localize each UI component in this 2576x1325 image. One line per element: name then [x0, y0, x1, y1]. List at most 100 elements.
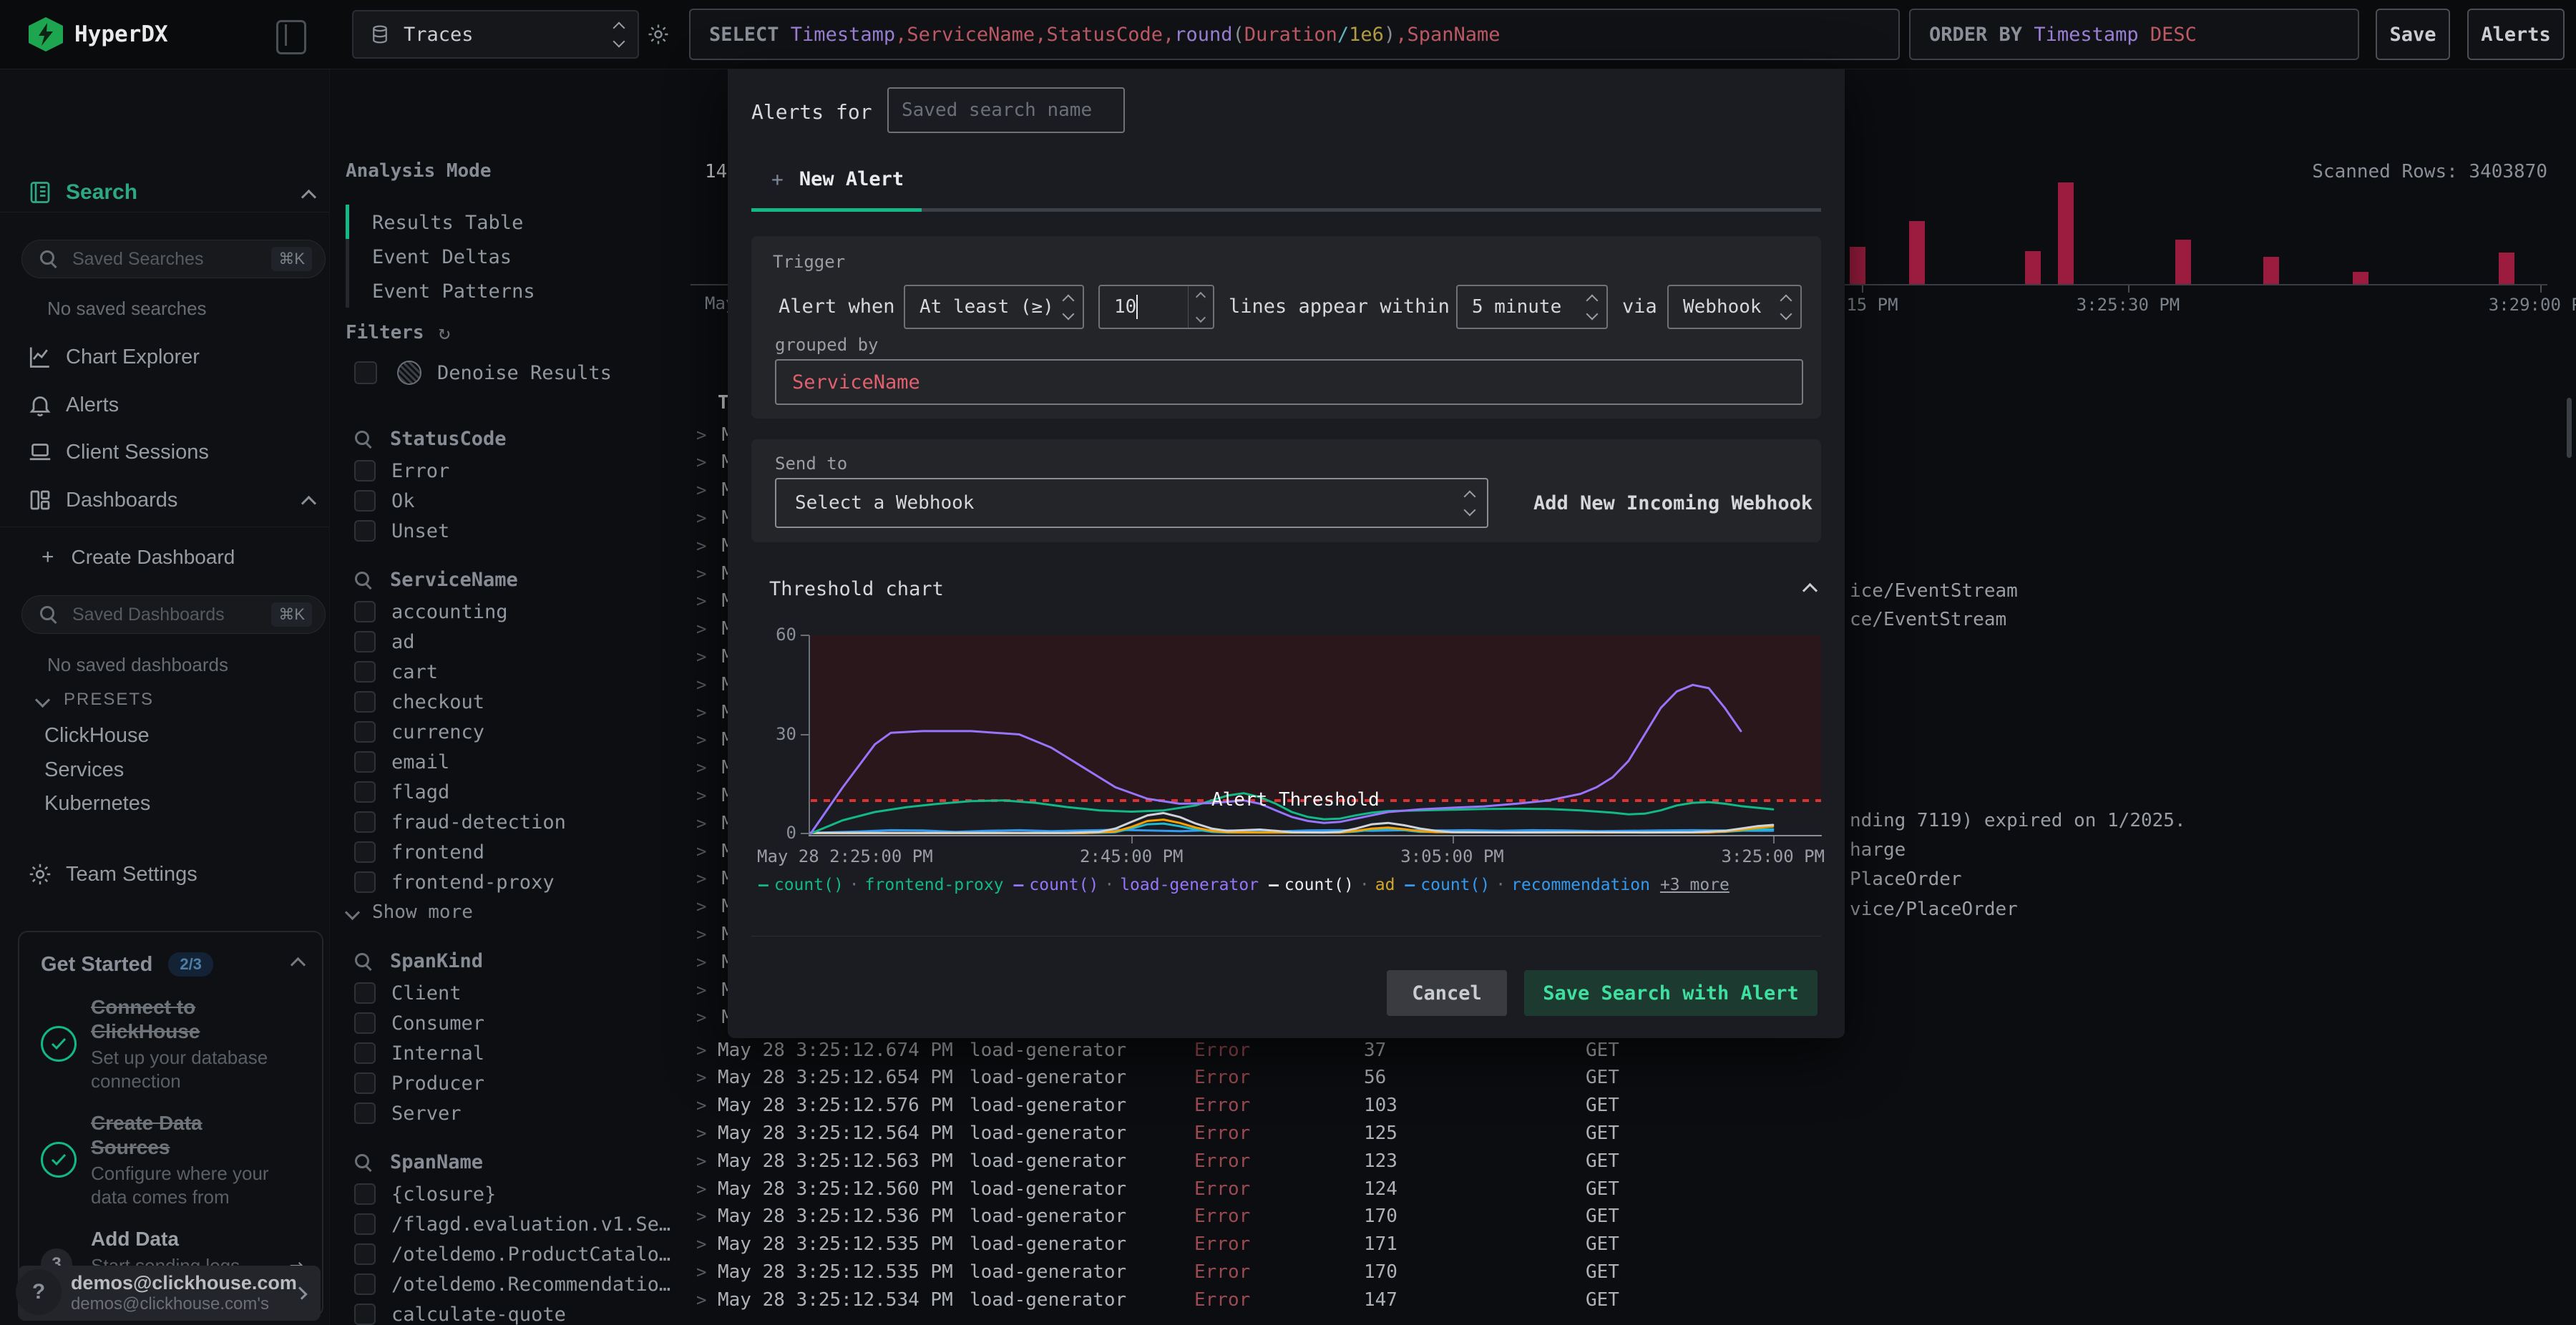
table-row[interactable]: > May 28 3:25:12.674 PM load-generator Erro…: [691, 1036, 2551, 1064]
expand-chevron-icon[interactable]: >: [696, 869, 706, 889]
expand-chevron-icon[interactable]: >: [696, 1067, 706, 1087]
table-row[interactable]: > May 28 3:25:12.654 PM load-generator Erro…: [691, 1064, 2551, 1092]
table-row[interactable]: > May 28 3:25:12.576 PM load-generator Erro…: [691, 1092, 2551, 1120]
expand-chevron-icon[interactable]: >: [696, 1095, 706, 1115]
filter-option[interactable]: Consumer: [354, 1008, 669, 1038]
filter-option[interactable]: Error: [354, 456, 669, 486]
table-row[interactable]: >M: [691, 1004, 733, 1032]
table-row[interactable]: > May 28 3:25:12.560 PM load-generator Erro…: [691, 1175, 2551, 1203]
filter-option[interactable]: Producer: [354, 1068, 669, 1098]
histogram-bar[interactable]: [2499, 253, 2514, 284]
table-row[interactable]: >M: [691, 754, 733, 782]
filter-option[interactable]: Client: [354, 978, 669, 1008]
window-select[interactable]: 5 minute: [1456, 285, 1608, 329]
filter-checkbox[interactable]: [354, 811, 376, 833]
table-row[interactable]: > May 28 3:25:12.535 PM load-generator Erro…: [691, 1231, 2551, 1258]
get-started-item[interactable]: Create Data Sources Configure where your …: [41, 1111, 303, 1208]
table-row[interactable]: >M: [691, 865, 733, 893]
table-row[interactable]: > May 28 3:25:12.535 PM load-generator Erro…: [691, 1258, 2551, 1286]
expand-chevron-icon[interactable]: >: [696, 480, 706, 500]
filter-option[interactable]: currency: [354, 717, 669, 747]
expand-chevron-icon[interactable]: >: [696, 1123, 706, 1143]
filter-checkbox[interactable]: [354, 721, 376, 743]
webhook-select[interactable]: Select a Webhook: [775, 478, 1488, 528]
gear-icon[interactable]: [646, 22, 670, 47]
table-row[interactable]: >M: [691, 698, 733, 726]
filter-option[interactable]: email: [354, 747, 669, 777]
filter-checkbox[interactable]: [354, 520, 376, 542]
histogram-bar[interactable]: [2175, 240, 2191, 284]
cancel-button[interactable]: Cancel: [1387, 970, 1507, 1016]
expand-chevron-icon[interactable]: >: [696, 452, 706, 472]
preset-link-services[interactable]: Services: [44, 758, 124, 782]
expand-chevron-icon[interactable]: >: [696, 1040, 706, 1060]
filter-option[interactable]: Server: [354, 1098, 669, 1128]
table-row[interactable]: >M: [691, 642, 733, 670]
table-row[interactable]: >M: [691, 476, 733, 504]
filter-checkbox[interactable]: [354, 691, 376, 713]
table-row[interactable]: > May 28 3:25:12.564 PM load-generator Erro…: [691, 1119, 2551, 1147]
filter-option[interactable]: {closure}: [354, 1179, 669, 1209]
table-row[interactable]: >M: [691, 504, 733, 532]
saved-dashboards-input[interactable]: Saved Dashboards ⌘K: [21, 595, 326, 634]
show-more-toggle[interactable]: Show more: [344, 897, 669, 927]
refresh-icon[interactable]: ↻: [439, 321, 451, 344]
filter-option[interactable]: /oteldemo.Recommendatio…: [354, 1269, 670, 1299]
filter-option[interactable]: cart: [354, 657, 669, 687]
sidebar-item-client-sessions[interactable]: Client Sessions: [27, 439, 209, 465]
histogram-bar[interactable]: [2353, 272, 2368, 284]
analysis-mode-event-patterns[interactable]: Event Patterns: [372, 278, 535, 312]
sql-select-input[interactable]: SELECT Timestamp,ServiceName,StatusCode,…: [689, 9, 1900, 60]
preset-link-clickhouse[interactable]: ClickHouse: [44, 724, 150, 748]
number-stepper[interactable]: [1188, 286, 1213, 328]
filter-option[interactable]: ad: [354, 627, 669, 657]
expand-chevron-icon[interactable]: >: [696, 924, 706, 944]
filter-option[interactable]: Internal: [354, 1038, 669, 1068]
expand-chevron-icon[interactable]: >: [696, 564, 706, 584]
saved-searches-input[interactable]: Saved Searches ⌘K: [21, 240, 326, 278]
histogram-bar[interactable]: [2058, 182, 2074, 284]
sidebar-collapse-icon[interactable]: [276, 20, 306, 54]
filter-checkbox[interactable]: [354, 1042, 376, 1064]
expand-chevron-icon[interactable]: >: [696, 896, 706, 916]
filter-option[interactable]: flagd: [354, 777, 669, 807]
table-row[interactable]: >M: [691, 532, 733, 559]
table-row[interactable]: >M: [691, 781, 733, 809]
expand-chevron-icon[interactable]: >: [696, 758, 706, 778]
histogram-bar[interactable]: [1909, 221, 1925, 284]
legend-more-link[interactable]: +3 more: [1660, 876, 1729, 894]
expand-chevron-icon[interactable]: >: [696, 1007, 706, 1027]
analysis-mode-results-table[interactable]: Results Table: [372, 209, 535, 243]
filter-checkbox[interactable]: [354, 1183, 376, 1205]
expand-chevron-icon[interactable]: >: [696, 786, 706, 806]
tab-new-alert[interactable]: + New Alert: [771, 167, 904, 191]
chevron-up-icon[interactable]: [290, 957, 306, 972]
alerts-button[interactable]: Alerts: [2467, 9, 2565, 60]
filter-option[interactable]: fraud-detection: [354, 807, 669, 837]
expand-chevron-icon[interactable]: >: [696, 730, 706, 750]
expand-chevron-icon[interactable]: >: [696, 1290, 706, 1310]
filter-checkbox[interactable]: [354, 460, 376, 481]
table-row[interactable]: >M: [691, 920, 733, 948]
filter-checkbox[interactable]: [354, 871, 376, 893]
filter-option[interactable]: frontend-proxy: [354, 867, 669, 897]
filter-checkbox[interactable]: [354, 661, 376, 683]
table-row[interactable]: > May 28 3:25:12.563 PM load-generator Erro…: [691, 1147, 2551, 1175]
chevron-up-icon[interactable]: [301, 495, 317, 512]
preset-link-kubernetes[interactable]: Kubernetes: [44, 792, 150, 816]
expand-chevron-icon[interactable]: >: [696, 508, 706, 528]
filter-option[interactable]: checkout: [354, 687, 669, 717]
histogram-bar[interactable]: [1850, 247, 1865, 284]
expand-chevron-icon[interactable]: >: [696, 647, 706, 667]
table-row[interactable]: >M: [691, 421, 733, 449]
sidebar-item-chart-explorer[interactable]: Chart Explorer: [27, 344, 200, 370]
table-row[interactable]: >M: [691, 587, 733, 615]
expand-chevron-icon[interactable]: >: [696, 1206, 706, 1226]
analysis-mode-event-deltas[interactable]: Event Deltas: [372, 243, 535, 278]
save-search-with-alert-button[interactable]: Save Search with Alert: [1524, 970, 1818, 1016]
filter-checkbox[interactable]: [354, 1304, 376, 1325]
collapse-chevron-icon[interactable]: [1802, 582, 1818, 599]
filter-checkbox[interactable]: [354, 490, 376, 512]
filter-checkbox[interactable]: [354, 601, 376, 622]
table-row[interactable]: >M: [691, 670, 733, 698]
